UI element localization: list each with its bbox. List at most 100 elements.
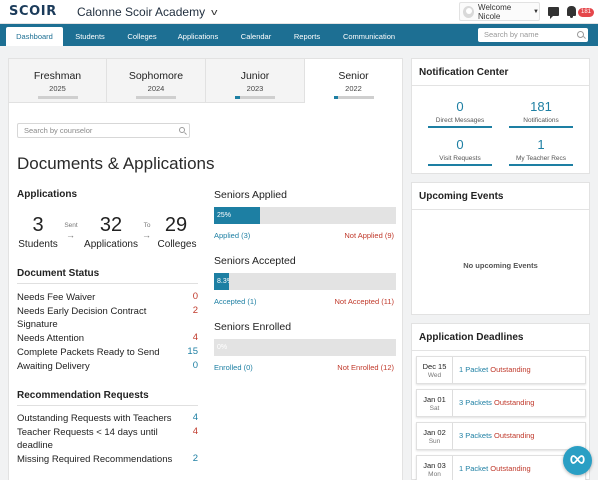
not-accepted-link[interactable]: Not Accepted (11) xyxy=(335,297,394,306)
grade-progress-bar xyxy=(37,96,78,99)
name-search-placeholder: Search by name xyxy=(484,30,539,39)
deadline-day-text: Mon xyxy=(428,471,441,478)
counselor-search-placeholder: Search by counselor xyxy=(24,126,93,135)
nc-underline xyxy=(509,126,573,128)
grade-tab-freshman[interactable]: Freshman 2025 xyxy=(9,59,107,103)
row-label: Awaiting Delivery xyxy=(17,361,90,372)
deadline-row[interactable]: Jan 03 Mon 1 Packet Outstanding xyxy=(416,455,586,480)
welcome-text: Welcome Nicole xyxy=(478,2,512,21)
notifications-label[interactable]: Notifications xyxy=(509,117,573,124)
row-label: Needs Early Decision Contract Signature xyxy=(17,306,147,330)
tab-calendar[interactable]: Calendar xyxy=(231,27,281,46)
packet-status: Outstanding xyxy=(490,464,531,473)
recommendation-row[interactable]: Teacher Requests < 14 days until deadlin… xyxy=(17,426,198,452)
grade-progress-fill xyxy=(333,96,339,99)
grade-name: Senior xyxy=(338,70,369,82)
divider xyxy=(412,209,589,210)
deadline-date: Jan 03 Mon xyxy=(417,456,453,480)
bell-icon[interactable] xyxy=(567,6,576,18)
recommendation-row[interactable]: Outstanding Requests with Teachers 4 xyxy=(17,412,198,425)
tab-students[interactable]: Students xyxy=(66,27,114,46)
deadline-summary[interactable]: 1 Packet Outstanding xyxy=(459,464,531,473)
doc-status-row[interactable]: Complete Packets Ready to Send 15 xyxy=(17,346,198,359)
nc-underline xyxy=(428,126,492,128)
tab-dashboard[interactable]: Dashboard xyxy=(6,27,63,46)
students-label: Students xyxy=(18,239,58,250)
deadline-summary[interactable]: 3 Packets Outstanding xyxy=(459,431,534,440)
seniors-accepted-bar: 8.3% xyxy=(214,273,396,290)
grade-progress-bar xyxy=(136,96,176,99)
applications-heading: Applications xyxy=(17,189,78,200)
notification-badge: 181 xyxy=(578,8,594,17)
recommendation-requests-heading: Recommendation Requests xyxy=(17,390,149,401)
doc-status-row[interactable]: Awaiting Delivery 0 xyxy=(17,360,198,373)
grade-year: 2022 xyxy=(345,84,362,93)
row-label: Outstanding Requests with Teachers xyxy=(17,413,172,424)
not-enrolled-link[interactable]: Not Enrolled (12) xyxy=(337,363,394,372)
teacher-recs-count[interactable]: 1 xyxy=(509,137,573,152)
grade-tab-junior[interactable]: Junior 2023 xyxy=(206,59,305,103)
help-infinity-icon xyxy=(570,455,585,464)
counselor-search-input[interactable]: Search by counselor xyxy=(17,123,190,138)
grade-name: Sophomore xyxy=(128,70,184,82)
upcoming-events-title: Upcoming Events xyxy=(419,191,504,202)
messages-icon[interactable] xyxy=(548,7,559,19)
name-search-input[interactable]: Search by name xyxy=(478,28,588,42)
tab-applications[interactable]: Applications xyxy=(170,27,226,46)
upcoming-events-card: Upcoming Events No upcoming Events xyxy=(411,182,590,315)
packet-status: Outstanding xyxy=(494,431,535,440)
main-nav: Dashboard Students Colleges Applications… xyxy=(0,24,598,46)
deadline-row[interactable]: Dec 15 Wed 1 Packet Outstanding xyxy=(416,356,586,384)
deadline-row[interactable]: Jan 02 Sun 3 Packets Outstanding xyxy=(416,422,586,450)
nc-underline xyxy=(428,164,492,166)
search-icon xyxy=(577,31,584,38)
user-menu[interactable]: Welcome Nicole ▼ xyxy=(459,2,540,21)
packet-count: 1 Packet xyxy=(459,464,489,473)
row-label: Missing Required Recommendations xyxy=(17,454,173,465)
grade-tab-sophomore[interactable]: Sophomore 2024 xyxy=(107,59,206,103)
deadline-date: Jan 01 Sat xyxy=(417,390,453,416)
teacher-recs-label[interactable]: My Teacher Recs xyxy=(509,155,573,162)
tab-colleges[interactable]: Colleges xyxy=(118,27,166,46)
accepted-link[interactable]: Accepted (1) xyxy=(214,297,257,306)
deadline-day-text: Wed xyxy=(427,372,442,379)
doc-status-row[interactable]: Needs Early Decision Contract Signature … xyxy=(17,305,198,331)
avatar xyxy=(463,5,475,18)
seniors-applied-title: Seniors Applied xyxy=(214,189,287,201)
top-bar: SCOIR Calonne Scoir Academy v Welcome Ni… xyxy=(0,0,598,24)
grade-year: 2023 xyxy=(246,84,264,93)
seniors-enrolled-title: Seniors Enrolled xyxy=(214,321,292,333)
row-value: 4 xyxy=(192,412,198,423)
arrow-right-icon: → xyxy=(142,230,151,240)
visit-requests-label[interactable]: Visit Requests xyxy=(428,155,492,162)
deadline-summary[interactable]: 1 Packet Outstanding xyxy=(459,365,531,374)
recommendation-row[interactable]: Missing Required Recommendations 2 xyxy=(17,453,198,466)
enrolled-link[interactable]: Enrolled (0) xyxy=(214,363,253,372)
tab-reports[interactable]: Reports xyxy=(285,27,329,46)
row-label: Complete Packets Ready to Send xyxy=(17,347,160,358)
doc-status-row[interactable]: Needs Attention 4 xyxy=(17,332,198,345)
help-button[interactable] xyxy=(563,446,592,475)
direct-messages-label[interactable]: Direct Messages xyxy=(428,117,492,124)
school-switcher[interactable]: Calonne Scoir Academy v xyxy=(77,5,217,19)
deadline-date-text: Jan 01 xyxy=(423,395,446,404)
packet-count: 1 Packet xyxy=(459,365,489,374)
direct-messages-count[interactable]: 0 xyxy=(428,99,492,114)
not-applied-link[interactable]: Not Applied (9) xyxy=(344,231,394,240)
notification-center-title: Notification Center xyxy=(419,67,509,78)
row-label: Needs Fee Waiver xyxy=(17,292,96,303)
notifications-count[interactable]: 181 xyxy=(509,99,573,114)
scoir-logo[interactable]: SCOIR xyxy=(9,4,57,19)
grade-tab-senior[interactable]: Senior 2022 xyxy=(305,59,402,103)
divider xyxy=(412,350,589,351)
doc-status-row[interactable]: Needs Fee Waiver 0 xyxy=(17,291,198,304)
applied-link[interactable]: Applied (3) xyxy=(214,231,250,240)
deadline-row[interactable]: Jan 01 Sat 3 Packets Outstanding xyxy=(416,389,586,417)
deadline-day-text: Sun xyxy=(428,438,441,445)
visit-requests-count[interactable]: 0 xyxy=(428,137,492,152)
deadline-summary[interactable]: 3 Packets Outstanding xyxy=(459,398,534,407)
tab-communication[interactable]: Communication xyxy=(334,27,404,46)
seniors-accepted-title: Seniors Accepted xyxy=(214,255,296,267)
grade-progress-bar xyxy=(333,96,374,99)
row-value: 2 xyxy=(192,305,198,316)
